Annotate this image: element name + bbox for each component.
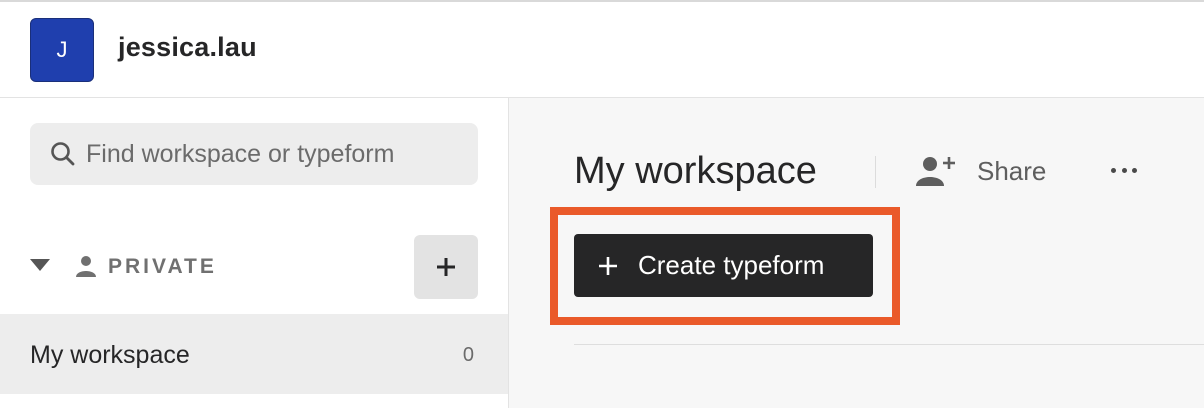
- username[interactable]: jessica.lau: [118, 32, 257, 63]
- share-button[interactable]: Share: [915, 150, 1046, 192]
- workspace-name: My workspace: [30, 341, 190, 369]
- main-content: My workspace Share Create typeform: [509, 98, 1204, 408]
- title-divider: [875, 156, 876, 188]
- create-typeform-label: Create typeform: [638, 250, 825, 280]
- avatar-initial: J: [56, 37, 68, 62]
- search-input[interactable]: [86, 139, 456, 169]
- page-title: My workspace: [574, 150, 817, 192]
- caret-down-icon[interactable]: [30, 259, 50, 271]
- share-label: Share: [977, 155, 1047, 186]
- sidebar-item-my-workspace[interactable]: My workspace 0: [0, 314, 508, 394]
- content-divider: [574, 344, 1204, 345]
- plus-icon: [599, 256, 617, 275]
- sidebar: PRIVATE My workspace 0: [0, 98, 509, 408]
- person-icon: [76, 256, 96, 277]
- workspace-count: 0: [462, 344, 474, 366]
- more-dot: [1132, 167, 1137, 173]
- plus-icon: [437, 258, 455, 276]
- app-header: J jessica.lau: [0, 2, 1204, 98]
- private-section-label: PRIVATE: [108, 255, 217, 278]
- add-person-icon: [916, 157, 955, 186]
- private-section-header: PRIVATE: [30, 235, 478, 299]
- more-dot: [1121, 167, 1127, 173]
- search-box[interactable]: [30, 123, 478, 185]
- create-typeform-button[interactable]: Create typeform: [574, 234, 873, 297]
- more-options-button[interactable]: [1111, 158, 1137, 182]
- add-workspace-button[interactable]: [414, 235, 478, 299]
- more-horizontal-icon: [1111, 167, 1116, 173]
- search-icon: [51, 142, 75, 166]
- avatar[interactable]: J: [30, 18, 94, 82]
